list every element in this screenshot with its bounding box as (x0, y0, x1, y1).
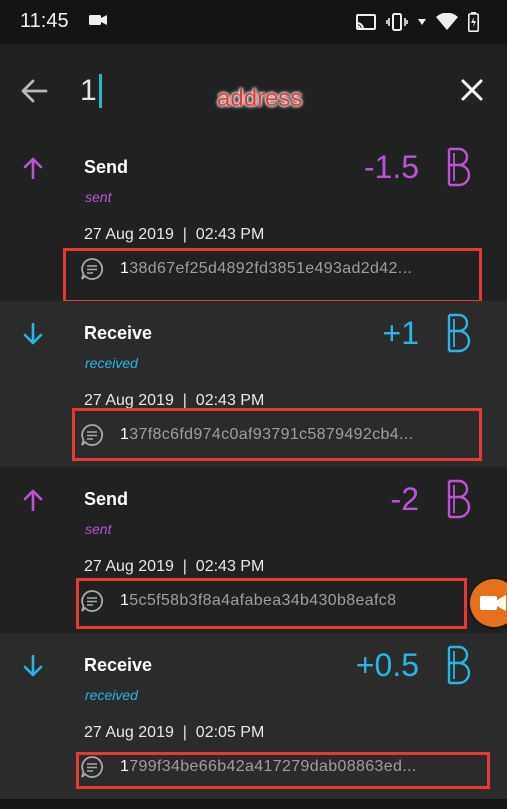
close-icon[interactable] (459, 77, 485, 103)
transaction-status: received (85, 687, 138, 703)
status-bar: 11:45 (0, 0, 507, 44)
transaction-status: sent (85, 189, 112, 205)
highlight-box (76, 752, 490, 789)
transaction-type: Send (84, 489, 129, 509)
transaction-type: Send (84, 157, 129, 177)
transaction-date: 27 Aug 2019 | 02:43 PM (84, 558, 265, 575)
search-input[interactable]: 1 (80, 74, 102, 108)
beam-coin-icon (447, 645, 471, 685)
status-icons (356, 12, 479, 32)
cast-icon (356, 14, 376, 30)
beam-coin-icon (447, 479, 471, 519)
transaction-status: received (85, 355, 138, 371)
status-time: 11:45 (20, 10, 69, 32)
transaction-status: sent (85, 521, 112, 537)
transaction-amount: +0.5 (355, 647, 419, 683)
arrow-left-icon[interactable] (20, 77, 48, 105)
highlight-box (76, 578, 467, 629)
transaction-type: Receive (84, 323, 153, 343)
arrow-up-icon (23, 157, 43, 179)
transaction-amount: -1.5 (363, 149, 419, 185)
vibrate-icon (386, 13, 408, 31)
arrow-down-icon (23, 323, 43, 345)
search-query-text: 1 (80, 74, 97, 107)
arrow-up-icon (23, 489, 43, 511)
transaction-type: Receive (84, 655, 153, 675)
highlight-box (72, 408, 482, 461)
transaction-date: 27 Aug 2019 | 02:43 PM (84, 226, 265, 243)
highlight-box (63, 248, 482, 303)
transaction-amount: -2 (390, 481, 419, 517)
video-camera-icon (480, 595, 506, 611)
address-annotation: address (217, 85, 303, 112)
beam-coin-icon (447, 313, 471, 353)
arrow-down-icon (23, 655, 43, 677)
battery-icon (468, 12, 479, 32)
transaction-date: 27 Aug 2019 | 02:05 PM (84, 724, 265, 741)
transaction-amount: +1 (382, 315, 419, 351)
signal-dropdown-icon (418, 19, 426, 25)
camera-icon (89, 15, 107, 25)
beam-coin-icon (447, 147, 471, 187)
wifi-icon (436, 13, 458, 30)
text-cursor (98, 74, 102, 108)
